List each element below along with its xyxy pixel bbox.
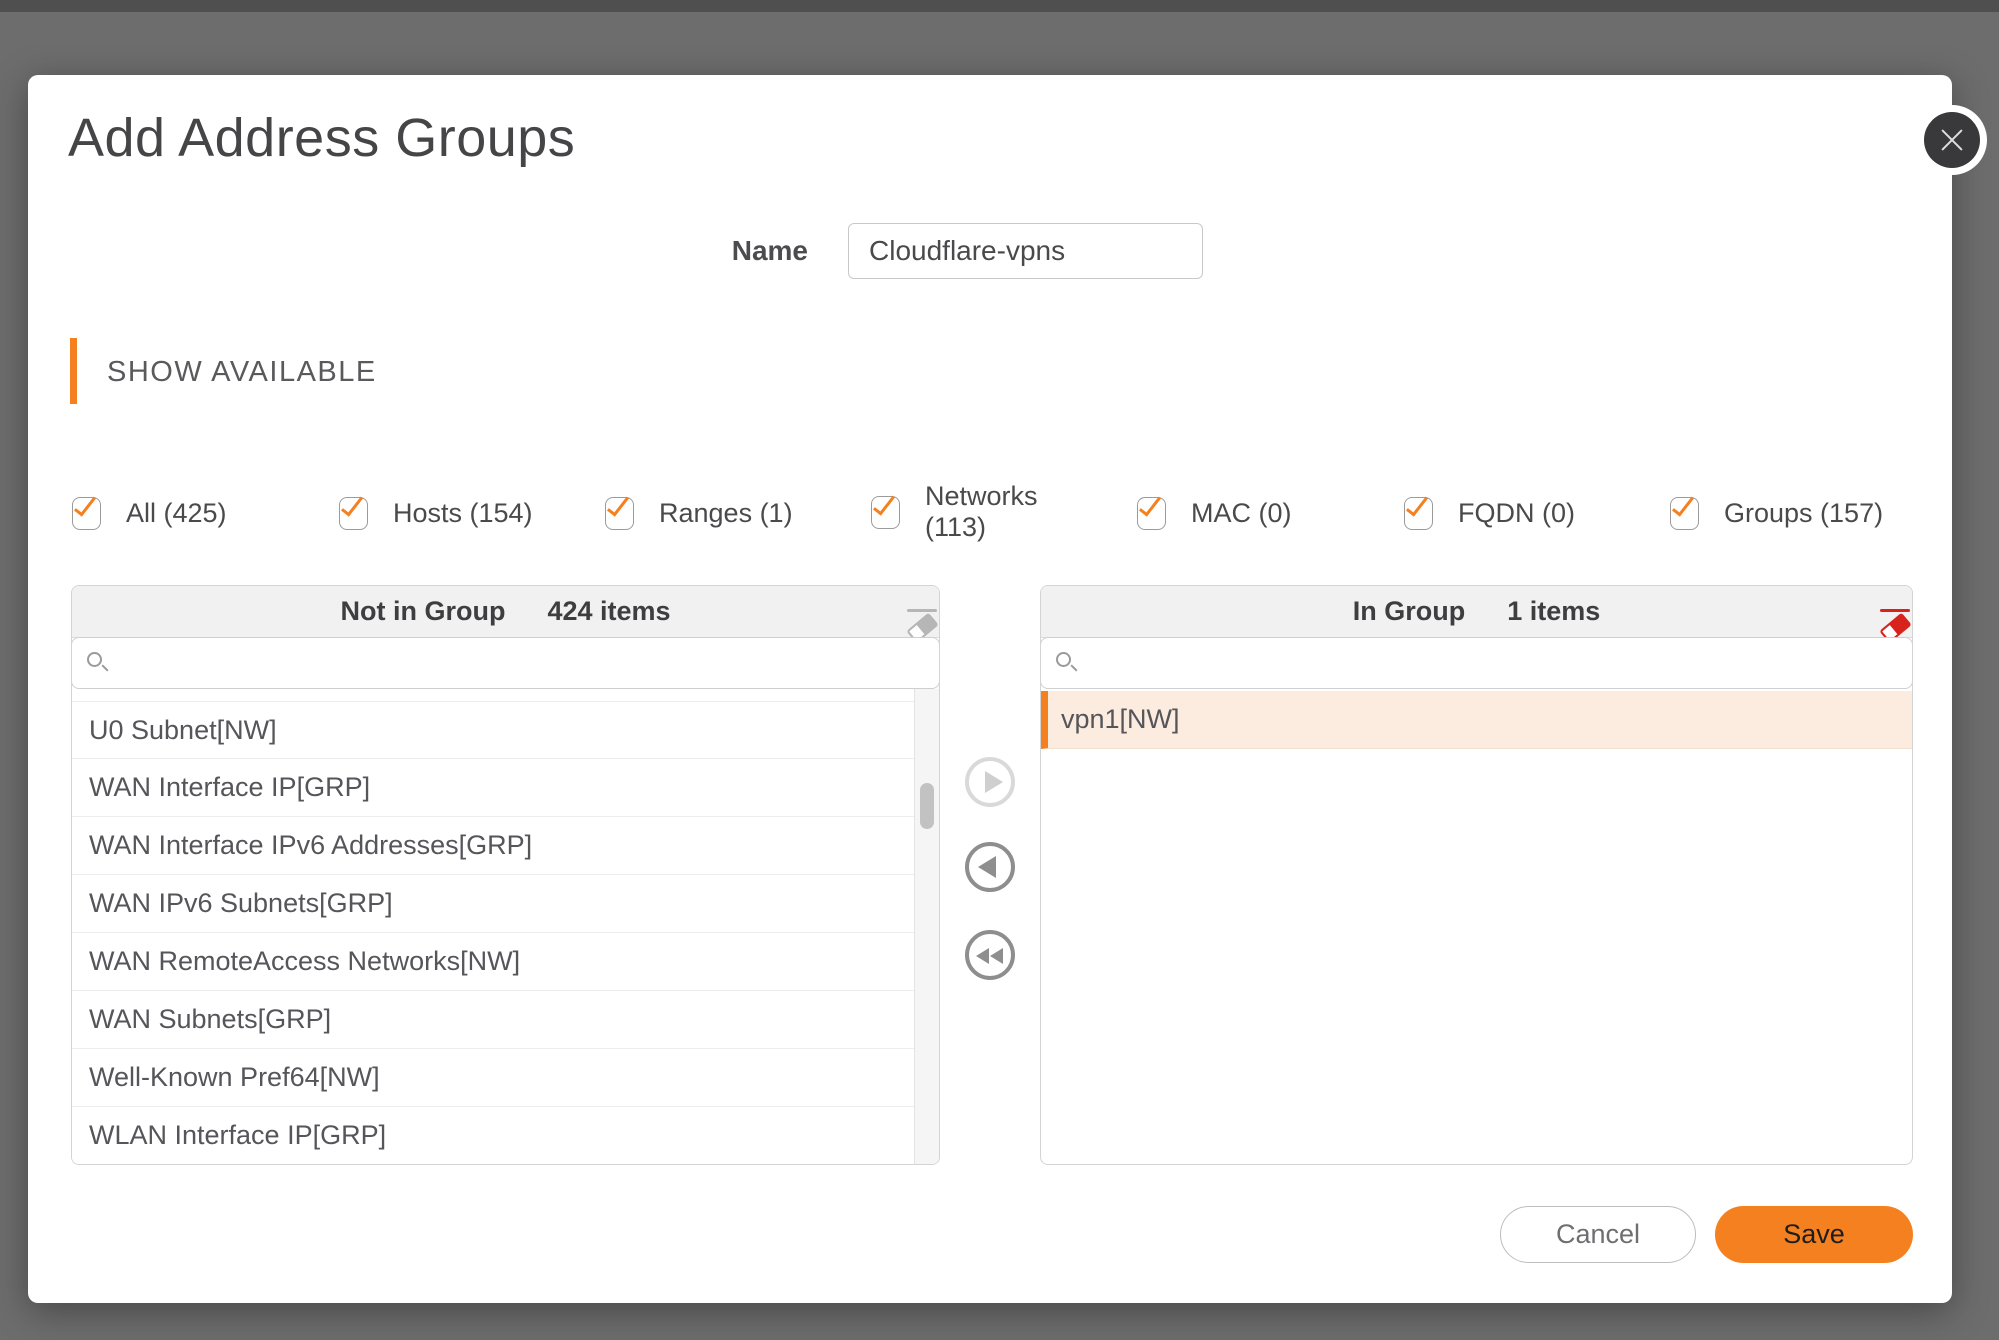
double-arrow-left-icon — [976, 948, 989, 964]
list-item-label: WAN Interface IP[GRP] — [89, 772, 370, 803]
list-item-label: vpn1[NW] — [1061, 704, 1180, 735]
list-item[interactable]: WAN RemoteAccess Networks[NW] — [72, 933, 939, 991]
checkbox-checked-icon[interactable] — [1670, 497, 1699, 530]
list-item-label: WAN RemoteAccess Networks[NW] — [89, 946, 520, 977]
panel-title: In Group — [1353, 596, 1465, 627]
save-button[interactable]: Save — [1715, 1206, 1913, 1263]
filter-checkbox-mac[interactable]: MAC (0) — [1137, 496, 1292, 530]
list-item[interactable]: U0 Subnet[NW] — [72, 701, 939, 759]
not-in-group-search[interactable] — [71, 637, 940, 689]
panel-count: 424 items — [547, 596, 670, 627]
arrow-left-icon — [978, 856, 996, 878]
check-icon — [1672, 492, 1694, 516]
list-item[interactable]: WAN Interface IPv6 Addresses[GRP] — [72, 817, 939, 875]
check-icon — [873, 491, 895, 515]
filter-checkbox-ranges[interactable]: Ranges (1) — [605, 496, 793, 530]
checkbox-checked-icon[interactable] — [871, 496, 900, 529]
list-item-label: WAN IPv6 Subnets[GRP] — [89, 888, 393, 919]
list-item-selected[interactable]: vpn1[NW] — [1041, 691, 1912, 749]
move-left-button[interactable] — [965, 842, 1015, 892]
not-in-group-panel: Not in Group 424 items U0 Subnet[NW] WAN… — [71, 585, 940, 1165]
clear-search-button[interactable] — [885, 595, 923, 631]
filter-label: Hosts (154) — [393, 498, 533, 529]
filter-checkbox-networks[interactable]: Networks (113) — [871, 481, 1038, 543]
search-icon — [1055, 651, 1079, 675]
close-button[interactable] — [1924, 112, 1980, 168]
panel-title: Not in Group — [340, 596, 505, 627]
panel-count: 1 items — [1507, 596, 1600, 627]
clear-group-button[interactable] — [1858, 595, 1896, 631]
list-item[interactable]: WAN IPv6 Subnets[GRP] — [72, 875, 939, 933]
list-item[interactable]: WAN Subnets[GRP] — [72, 991, 939, 1049]
search-input[interactable] — [1091, 648, 1898, 679]
cancel-button[interactable]: Cancel — [1500, 1206, 1696, 1263]
checkbox-checked-icon[interactable] — [1137, 497, 1166, 530]
filter-checkbox-groups[interactable]: Groups (157) — [1670, 496, 1883, 530]
name-input[interactable] — [848, 223, 1203, 279]
filter-label: MAC (0) — [1191, 498, 1292, 529]
list-item-label: WAN Subnets[GRP] — [89, 1004, 331, 1035]
check-icon — [74, 492, 96, 516]
double-arrow-left-icon — [990, 948, 1003, 964]
dialog-title: Add Address Groups — [68, 107, 575, 169]
filter-checkbox-all[interactable]: All (425) — [72, 496, 227, 530]
filter-label: Ranges (1) — [659, 498, 793, 529]
move-all-left-button[interactable] — [965, 930, 1015, 980]
check-icon — [341, 492, 363, 516]
checkbox-checked-icon[interactable] — [1404, 497, 1433, 530]
not-in-group-header: Not in Group 424 items — [72, 586, 939, 638]
list-item-label: U0 Subnet[NW] — [89, 715, 277, 746]
in-group-list: vpn1[NW] — [1041, 689, 1912, 1164]
checkbox-checked-icon[interactable] — [72, 497, 101, 530]
add-address-groups-dialog: Add Address Groups Name SHOW AVAILABLE A… — [28, 75, 1952, 1303]
list-item-label: Well-Known Pref64[NW] — [89, 1062, 380, 1093]
in-group-header: In Group 1 items — [1041, 586, 1912, 638]
filter-label: Networks (113) — [925, 481, 1038, 543]
list-item[interactable]: WLAN Interface IP[GRP] — [72, 1107, 939, 1164]
list-item-label: WLAN Interface IP[GRP] — [89, 1120, 386, 1151]
filter-checkbox-fqdn[interactable]: FQDN (0) — [1404, 496, 1575, 530]
search-icon — [86, 651, 110, 675]
check-icon — [1139, 492, 1161, 516]
list-item-label: WAN Interface IPv6 Addresses[GRP] — [89, 830, 532, 861]
name-label: Name — [628, 235, 808, 267]
list-item[interactable]: WAN Interface IP[GRP] — [72, 759, 939, 817]
list-item[interactable]: Well-Known Pref64[NW] — [72, 1049, 939, 1107]
filter-checkbox-hosts[interactable]: Hosts (154) — [339, 496, 533, 530]
section-accent-bar — [70, 338, 77, 404]
checkbox-checked-icon[interactable] — [605, 497, 634, 530]
check-icon — [1406, 492, 1428, 516]
scrollbar-thumb[interactable] — [920, 783, 934, 829]
section-title: SHOW AVAILABLE — [107, 356, 377, 389]
filter-label: All (425) — [126, 498, 227, 529]
in-group-panel: In Group 1 items vpn1[NW] — [1040, 585, 1913, 1165]
not-in-group-list: U0 Subnet[NW] WAN Interface IP[GRP] WAN … — [72, 689, 939, 1164]
filter-label: Groups (157) — [1724, 498, 1883, 529]
checkbox-checked-icon[interactable] — [339, 497, 368, 530]
in-group-search[interactable] — [1040, 637, 1913, 689]
scrollbar[interactable] — [914, 689, 939, 1164]
search-input[interactable] — [122, 648, 925, 679]
filter-label: FQDN (0) — [1458, 498, 1575, 529]
check-icon — [607, 492, 629, 516]
arrow-right-icon — [985, 771, 1003, 793]
move-right-button[interactable] — [965, 757, 1015, 807]
backdrop-top-strip — [0, 0, 1999, 12]
